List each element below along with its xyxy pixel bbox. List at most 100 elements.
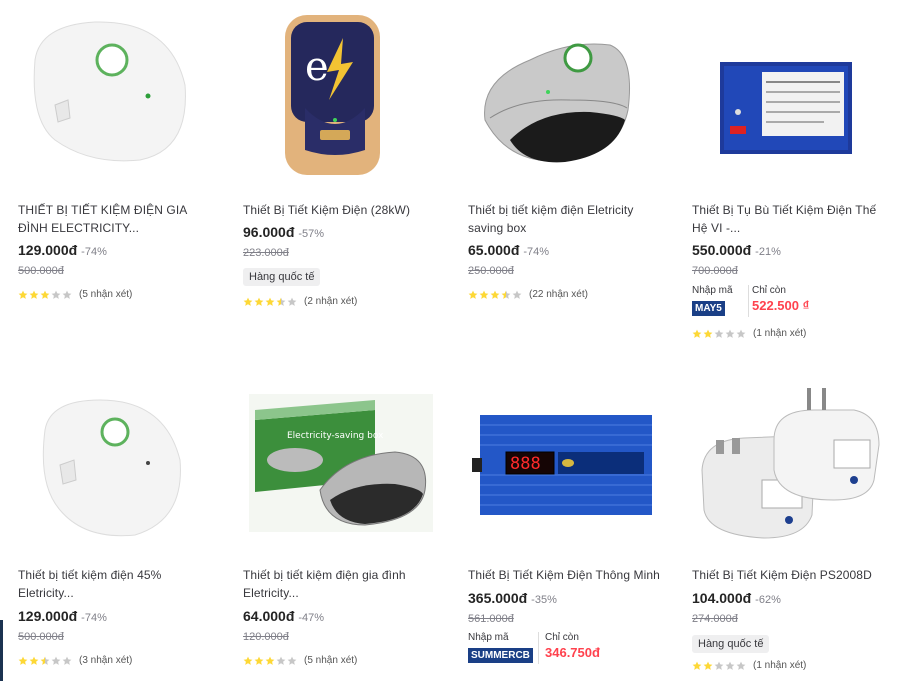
product-card[interactable]: Electricity-saving box Thiết bị tiết kiệ… bbox=[225, 370, 445, 681]
rating: (1 nhận xét) bbox=[692, 660, 806, 671]
star-rating bbox=[243, 656, 298, 666]
coupon-code[interactable]: MAY5 bbox=[692, 301, 725, 316]
original-price: 561.000đ bbox=[468, 613, 514, 625]
star-icon bbox=[243, 297, 253, 306]
product-title[interactable]: Thiết bị tiết kiệm điện gia đình Eletric… bbox=[243, 566, 443, 602]
product-title[interactable]: Thiết bị tiết kiệm điện 45% Eletricity..… bbox=[18, 566, 218, 602]
ps2008d-saver-product-image[interactable] bbox=[674, 370, 894, 550]
discount-percent: -35% bbox=[531, 594, 557, 606]
product-title[interactable]: Thiết bị tiết kiệm điện Eletricity savin… bbox=[468, 201, 668, 237]
original-price: 500.000đ bbox=[18, 631, 64, 643]
coupon-label: Nhập mã bbox=[468, 632, 509, 643]
product-card[interactable]: Thiết Bị Tiết Kiệm Điện PS2008D 104.000đ… bbox=[674, 370, 894, 681]
blue-box-capacitor-product-image[interactable] bbox=[674, 0, 894, 180]
product-title[interactable]: Thiết Bị Tiết Kiệm Điện PS2008D bbox=[692, 566, 892, 584]
star-icon bbox=[725, 661, 735, 670]
discount-percent: -21% bbox=[755, 246, 781, 258]
star-rating bbox=[243, 297, 298, 307]
coupon-code[interactable]: SUMMERCB bbox=[468, 648, 533, 663]
electricity-saving-box-product-image[interactable]: Electricity-saving box bbox=[225, 370, 445, 550]
product-card[interactable]: 888 Thiết Bị Tiết Kiệm Điện Thông Minh 3… bbox=[450, 370, 670, 681]
blue-smart-energy-saver-product-image[interactable]: 888 bbox=[450, 370, 670, 550]
rating: (3 nhận xét) bbox=[18, 655, 132, 666]
discount-percent: -74% bbox=[523, 246, 550, 258]
star-icon bbox=[265, 297, 275, 306]
review-count: (1 nhận xét) bbox=[753, 328, 807, 339]
coupon-label: Nhập mã bbox=[692, 285, 733, 296]
star-icon bbox=[736, 661, 746, 670]
original-price: 250.000đ bbox=[468, 265, 514, 277]
star-icon bbox=[512, 290, 522, 299]
original-price: 274.000đ bbox=[692, 613, 738, 625]
original-price: 223.000đ bbox=[243, 247, 289, 259]
price-row: 365.000đ -35% bbox=[468, 590, 557, 606]
discount-percent: -47% bbox=[298, 612, 325, 624]
price: 550.000đ bbox=[692, 242, 752, 258]
star-icon bbox=[287, 297, 297, 306]
rating: (2 nhận xét) bbox=[243, 296, 357, 307]
star-icon bbox=[714, 329, 724, 338]
star-rating bbox=[18, 290, 73, 300]
star-icon bbox=[51, 656, 61, 665]
product-title[interactable]: THIẾT BỊ TIẾT KIỆM ĐIỆN GIA ĐÌNH ELECTRI… bbox=[18, 201, 218, 237]
price: 64.000đ bbox=[243, 608, 295, 624]
product-card[interactable]: THIẾT BỊ TIẾT KIỆM ĐIỆN GIA ĐÌNH ELECTRI… bbox=[0, 0, 220, 330]
price-row: 550.000đ -21% bbox=[692, 242, 781, 258]
price: 129.000đ bbox=[18, 608, 78, 624]
coupon-remaining-label: Chỉ còn bbox=[752, 285, 786, 296]
silver-black-saver-product-image[interactable] bbox=[450, 0, 670, 180]
star-icon bbox=[62, 290, 72, 299]
star-rating bbox=[692, 661, 747, 671]
review-count: (22 nhận xét) bbox=[529, 289, 588, 300]
star-icon bbox=[40, 290, 50, 299]
star-icon bbox=[18, 290, 28, 299]
coupon-final-price: 346.750đ bbox=[545, 645, 600, 660]
svg-text:Electricity-saving box: Electricity-saving box bbox=[287, 431, 384, 441]
star-icon bbox=[287, 656, 297, 665]
original-price: 120.000đ bbox=[243, 631, 289, 643]
price: 65.000đ bbox=[468, 242, 520, 258]
price-row: 104.000đ -62% bbox=[692, 590, 781, 606]
rating: (5 nhận xét) bbox=[243, 655, 357, 666]
original-price: 500.000đ bbox=[18, 265, 64, 277]
review-count: (1 nhận xét) bbox=[753, 660, 807, 671]
discount-percent: -62% bbox=[755, 594, 781, 606]
star-icon bbox=[468, 290, 478, 299]
coupon-divider bbox=[538, 632, 539, 664]
price-row: 129.000đ -74% bbox=[18, 242, 107, 258]
product-title[interactable]: Thiết Bị Tiết Kiệm Điện (28kW) bbox=[243, 201, 443, 219]
product-card[interactable]: Thiết bị tiết kiệm điện 45% Eletricity..… bbox=[0, 370, 220, 681]
star-icon bbox=[254, 656, 264, 665]
star-icon bbox=[40, 656, 50, 665]
product-card[interactable]: Thiết bị tiết kiệm điện Eletricity savin… bbox=[450, 0, 670, 330]
original-price: 700.000đ bbox=[692, 265, 738, 277]
star-icon bbox=[29, 656, 39, 665]
star-rating bbox=[468, 290, 523, 300]
discount-percent: -74% bbox=[81, 612, 107, 624]
star-icon bbox=[276, 656, 286, 665]
review-count: (5 nhận xét) bbox=[79, 289, 133, 300]
discount-percent: -74% bbox=[81, 246, 107, 258]
review-count: (3 nhận xét) bbox=[79, 655, 133, 666]
price-row: 65.000đ -74% bbox=[468, 242, 549, 258]
price: 365.000đ bbox=[468, 590, 528, 606]
white-saver-product-image[interactable] bbox=[0, 370, 220, 550]
star-rating bbox=[692, 329, 747, 339]
coupon-remaining-label: Chỉ còn bbox=[545, 632, 579, 643]
product-card[interactable]: Thiết Bị Tụ Bù Tiết Kiệm Điện Thế Hệ VI … bbox=[674, 0, 894, 350]
star-icon bbox=[725, 329, 735, 338]
gold-power-saver-product-image[interactable]: e bbox=[225, 0, 445, 180]
product-card[interactable]: e Thiết Bị Tiết Kiệm Điện (28kW) 96.000đ… bbox=[225, 0, 445, 330]
coupon-final-price: 522.500 ₫ bbox=[752, 298, 810, 313]
star-icon bbox=[265, 656, 275, 665]
product-title[interactable]: Thiết Bị Tụ Bù Tiết Kiệm Điện Thế Hệ VI … bbox=[692, 201, 892, 237]
product-title[interactable]: Thiết Bị Tiết Kiệm Điện Thông Minh bbox=[468, 566, 668, 584]
international-goods-badge: Hàng quốc tế bbox=[243, 268, 321, 286]
review-count: (5 nhận xét) bbox=[304, 655, 358, 666]
white-saver-product-image[interactable] bbox=[0, 0, 220, 180]
star-icon bbox=[692, 661, 702, 670]
star-icon bbox=[29, 290, 39, 299]
star-icon bbox=[703, 661, 713, 670]
star-icon bbox=[703, 329, 713, 338]
rating: (5 nhận xét) bbox=[18, 289, 132, 300]
